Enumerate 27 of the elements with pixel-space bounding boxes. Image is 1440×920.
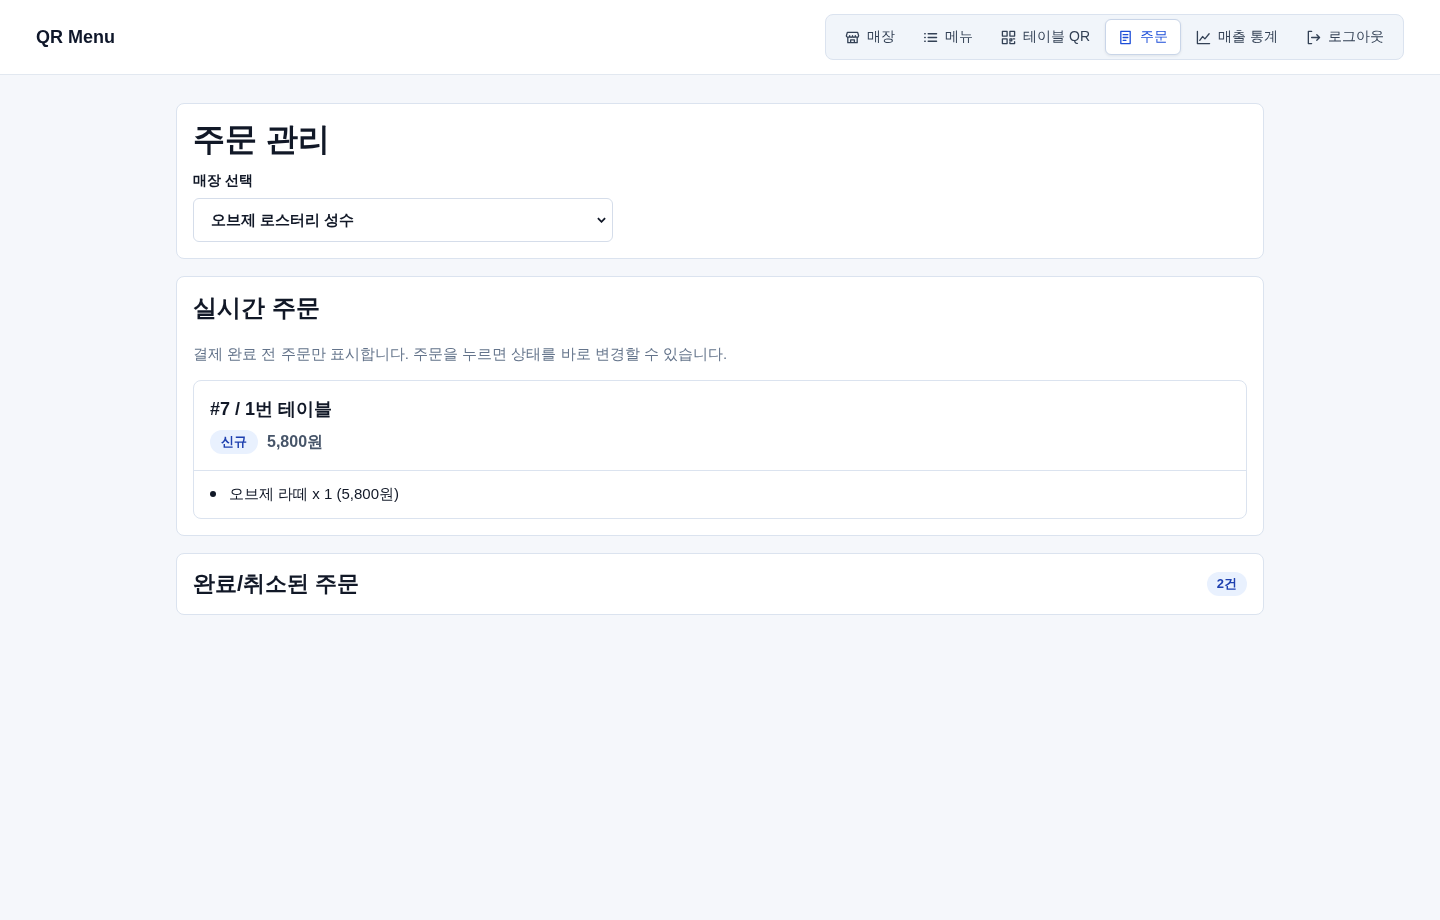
completed-orders-panel[interactable]: 완료/취소된 주문 2건 — [176, 553, 1264, 615]
page-title: 주문 관리 — [193, 120, 331, 158]
store-icon — [845, 29, 861, 45]
line-chart-icon — [1196, 29, 1212, 45]
section-title: 실시간 주문 — [193, 293, 321, 323]
order-card[interactable]: #7 / 1번 테이블 신규 5,800원 오브제 라떼 x 1 (5,800원) — [193, 380, 1247, 519]
nav-tab[interactable]: 로그아웃 — [1293, 19, 1397, 55]
status-badge: 신규 — [210, 430, 258, 454]
chevron-down-icon — [597, 217, 606, 223]
section-title: 완료/취소된 주문 — [193, 570, 360, 598]
order-total: 5,800원 — [267, 431, 324, 452]
section-description: 결제 완료 전 주문만 표시합니다. 주문을 누르면 상태를 바로 변경할 수 있습니다. — [193, 344, 729, 364]
store-select[interactable]: 오브제 로스터리 성수 — [193, 198, 613, 242]
document-icon — [1118, 29, 1134, 45]
grid-icon — [1001, 29, 1017, 45]
nav-tab[interactable]: 매장 — [832, 19, 909, 55]
order-title: #7 / 1번 테이블 — [210, 398, 334, 421]
order-item: 오브제 라떼 x 1 (5,800원) — [229, 484, 400, 504]
nav-tab[interactable]: 매출 통계 — [1183, 19, 1291, 55]
logout-icon — [1306, 29, 1321, 45]
field-label: 매장 선택 — [193, 171, 254, 190]
app-logo: QR Menu — [36, 26, 115, 48]
nav-tab[interactable]: 메뉴 — [910, 19, 987, 55]
bullet-icon — [210, 491, 216, 497]
nav-tab[interactable]: 주문 — [1105, 19, 1182, 55]
nav-tab[interactable]: 테이블 QR — [988, 19, 1104, 55]
count-badge: 2건 — [1206, 572, 1247, 596]
